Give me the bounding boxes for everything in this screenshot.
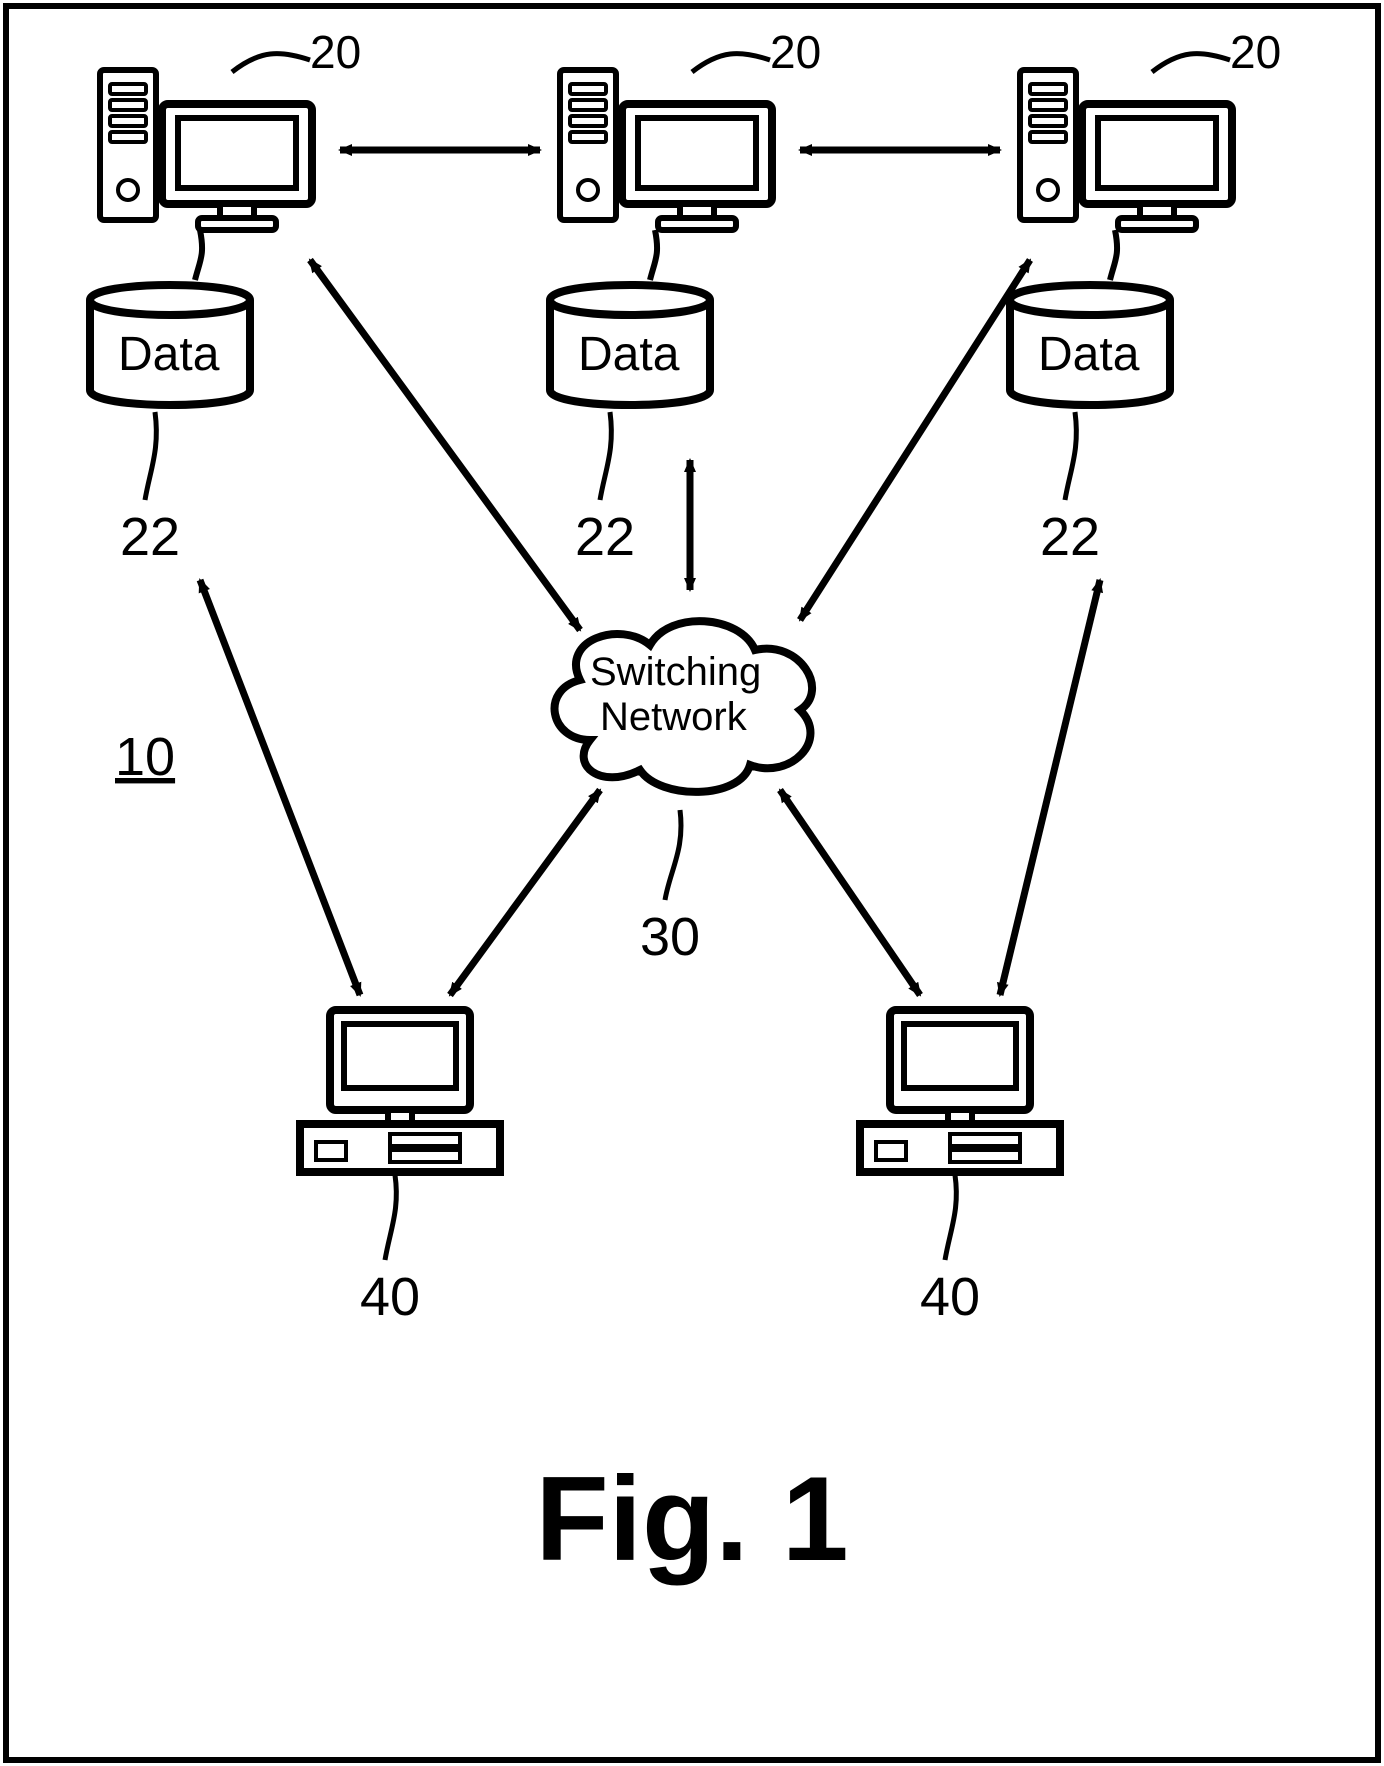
server-label-mid: 20	[770, 26, 821, 78]
arrow-cloud-clientL	[450, 790, 600, 995]
arrow-serverL-cloud	[310, 260, 580, 630]
figure-id: 10	[115, 727, 175, 787]
arrow-serverL-clientL	[200, 580, 360, 995]
server-mid: 20 Data 22	[550, 26, 821, 567]
arrow-cloud-clientR	[780, 790, 920, 995]
db-text-right: Data	[1038, 328, 1140, 381]
server-left: 20 Data 22	[90, 26, 361, 567]
client-label-right: 40	[920, 1267, 980, 1327]
server-label-left: 20	[310, 26, 361, 78]
db-text-mid: Data	[578, 328, 680, 381]
db-text-left: Data	[118, 328, 220, 381]
network-diagram: 20 Data 22 20 Data 22 20 Data 22 Switchi…	[0, 0, 1384, 1766]
server-right: 20 Data 22	[1010, 26, 1281, 567]
cloud-line1: Switching	[590, 650, 761, 694]
client-label-left: 40	[360, 1267, 420, 1327]
db-label-right: 22	[1040, 507, 1100, 567]
arrow-serverR-clientR	[1000, 580, 1100, 995]
server-label-right: 20	[1230, 26, 1281, 78]
db-label-left: 22	[120, 507, 180, 567]
client-right: 40	[860, 1010, 1060, 1327]
figure-caption: Fig. 1	[535, 1452, 848, 1586]
cloud-line2: Network	[600, 695, 748, 739]
client-left: 40	[300, 1010, 500, 1327]
db-label-mid: 22	[575, 507, 635, 567]
cloud-label: 30	[640, 907, 700, 967]
arrow-serverR-cloud	[800, 260, 1030, 620]
